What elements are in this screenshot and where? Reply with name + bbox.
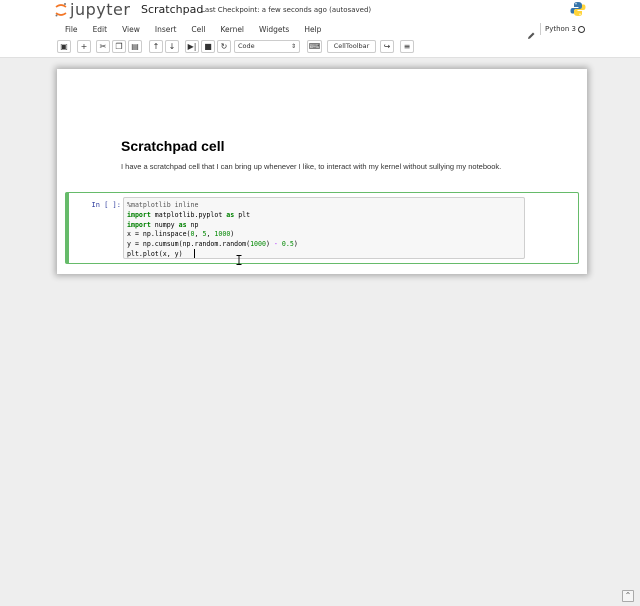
ibeam-cursor-icon [236, 250, 242, 265]
run-button[interactable]: ▶| [185, 40, 199, 53]
insert-cell-below-button[interactable]: + [77, 40, 91, 53]
notebook-header: jupyter Scratchpad Last Checkpoint: a fe… [0, 0, 640, 58]
kernel-idle-indicator-icon [578, 26, 585, 33]
save-button[interactable]: ▣ [57, 40, 71, 53]
code-editor[interactable]: %matplotlib inline import matplotlib.pyp… [123, 197, 525, 259]
paste-button[interactable]: ▤ [128, 40, 142, 53]
input-prompt: In [ ]: [91, 201, 121, 209]
interrupt-button[interactable]: ■ [201, 40, 215, 53]
cell-type-value: Code [238, 42, 255, 50]
code-text[interactable]: %matplotlib inline import matplotlib.pyp… [127, 201, 298, 260]
text-cursor [194, 249, 195, 258]
menu-insert[interactable]: Insert [155, 21, 177, 38]
edit-mode-pencil-icon [527, 25, 535, 39]
jupyter-wordmark: jupyter [70, 0, 131, 19]
menu-file[interactable]: File [65, 21, 78, 38]
menu-bar: File Edit View Insert Cell Kernel Widget… [57, 21, 588, 38]
markdown-paragraph: I have a scratchpad cell that I can brin… [121, 162, 502, 171]
python-logo-icon [570, 1, 586, 17]
jupyter-logo[interactable]: jupyter [54, 0, 130, 20]
menu-edit[interactable]: Edit [93, 21, 108, 38]
code-cell[interactable]: In [ ]: %matplotlib inline import matplo… [65, 192, 579, 264]
menu-view[interactable]: View [122, 21, 140, 38]
list-button[interactable]: ≡ [400, 40, 414, 53]
jupyter-logo-icon [54, 2, 68, 18]
toolbar: ▣ + ✂ ❐ ▤ ↑ ↓ ▶| ■ ↻ Code ⇕ ⌨ CellToolba… [57, 40, 477, 54]
markdown-heading: Scratchpad cell [121, 138, 225, 154]
menu-cell[interactable]: Cell [191, 21, 205, 38]
notebook-page: Scratchpad cell I have a scratchpad cell… [57, 69, 587, 274]
kernel-name: Python 3 [540, 23, 576, 35]
restart-button[interactable]: ↻ [217, 40, 231, 53]
select-caret-icon: ⇕ [290, 43, 296, 50]
caret-up-icon: ⌃ [624, 591, 632, 600]
share-button[interactable]: ↪ [380, 40, 394, 53]
menu-help[interactable]: Help [304, 21, 321, 38]
notebook-name[interactable]: Scratchpad [141, 2, 203, 18]
cut-button[interactable]: ✂ [96, 40, 110, 53]
move-down-button[interactable]: ↓ [165, 40, 179, 53]
move-up-button[interactable]: ↑ [149, 40, 163, 53]
celltoolbar-button[interactable]: CellToolbar [327, 40, 376, 53]
scroll-to-top-button[interactable]: ⌃ [622, 590, 634, 602]
menu-widgets[interactable]: Widgets [259, 21, 289, 38]
checkpoint-status: Last Checkpoint: a few seconds ago (auto… [201, 6, 372, 14]
cell-type-select[interactable]: Code ⇕ [234, 40, 300, 53]
menu-kernel[interactable]: Kernel [220, 21, 244, 38]
copy-button[interactable]: ❐ [112, 40, 126, 53]
command-palette-button[interactable]: ⌨ [307, 40, 322, 53]
